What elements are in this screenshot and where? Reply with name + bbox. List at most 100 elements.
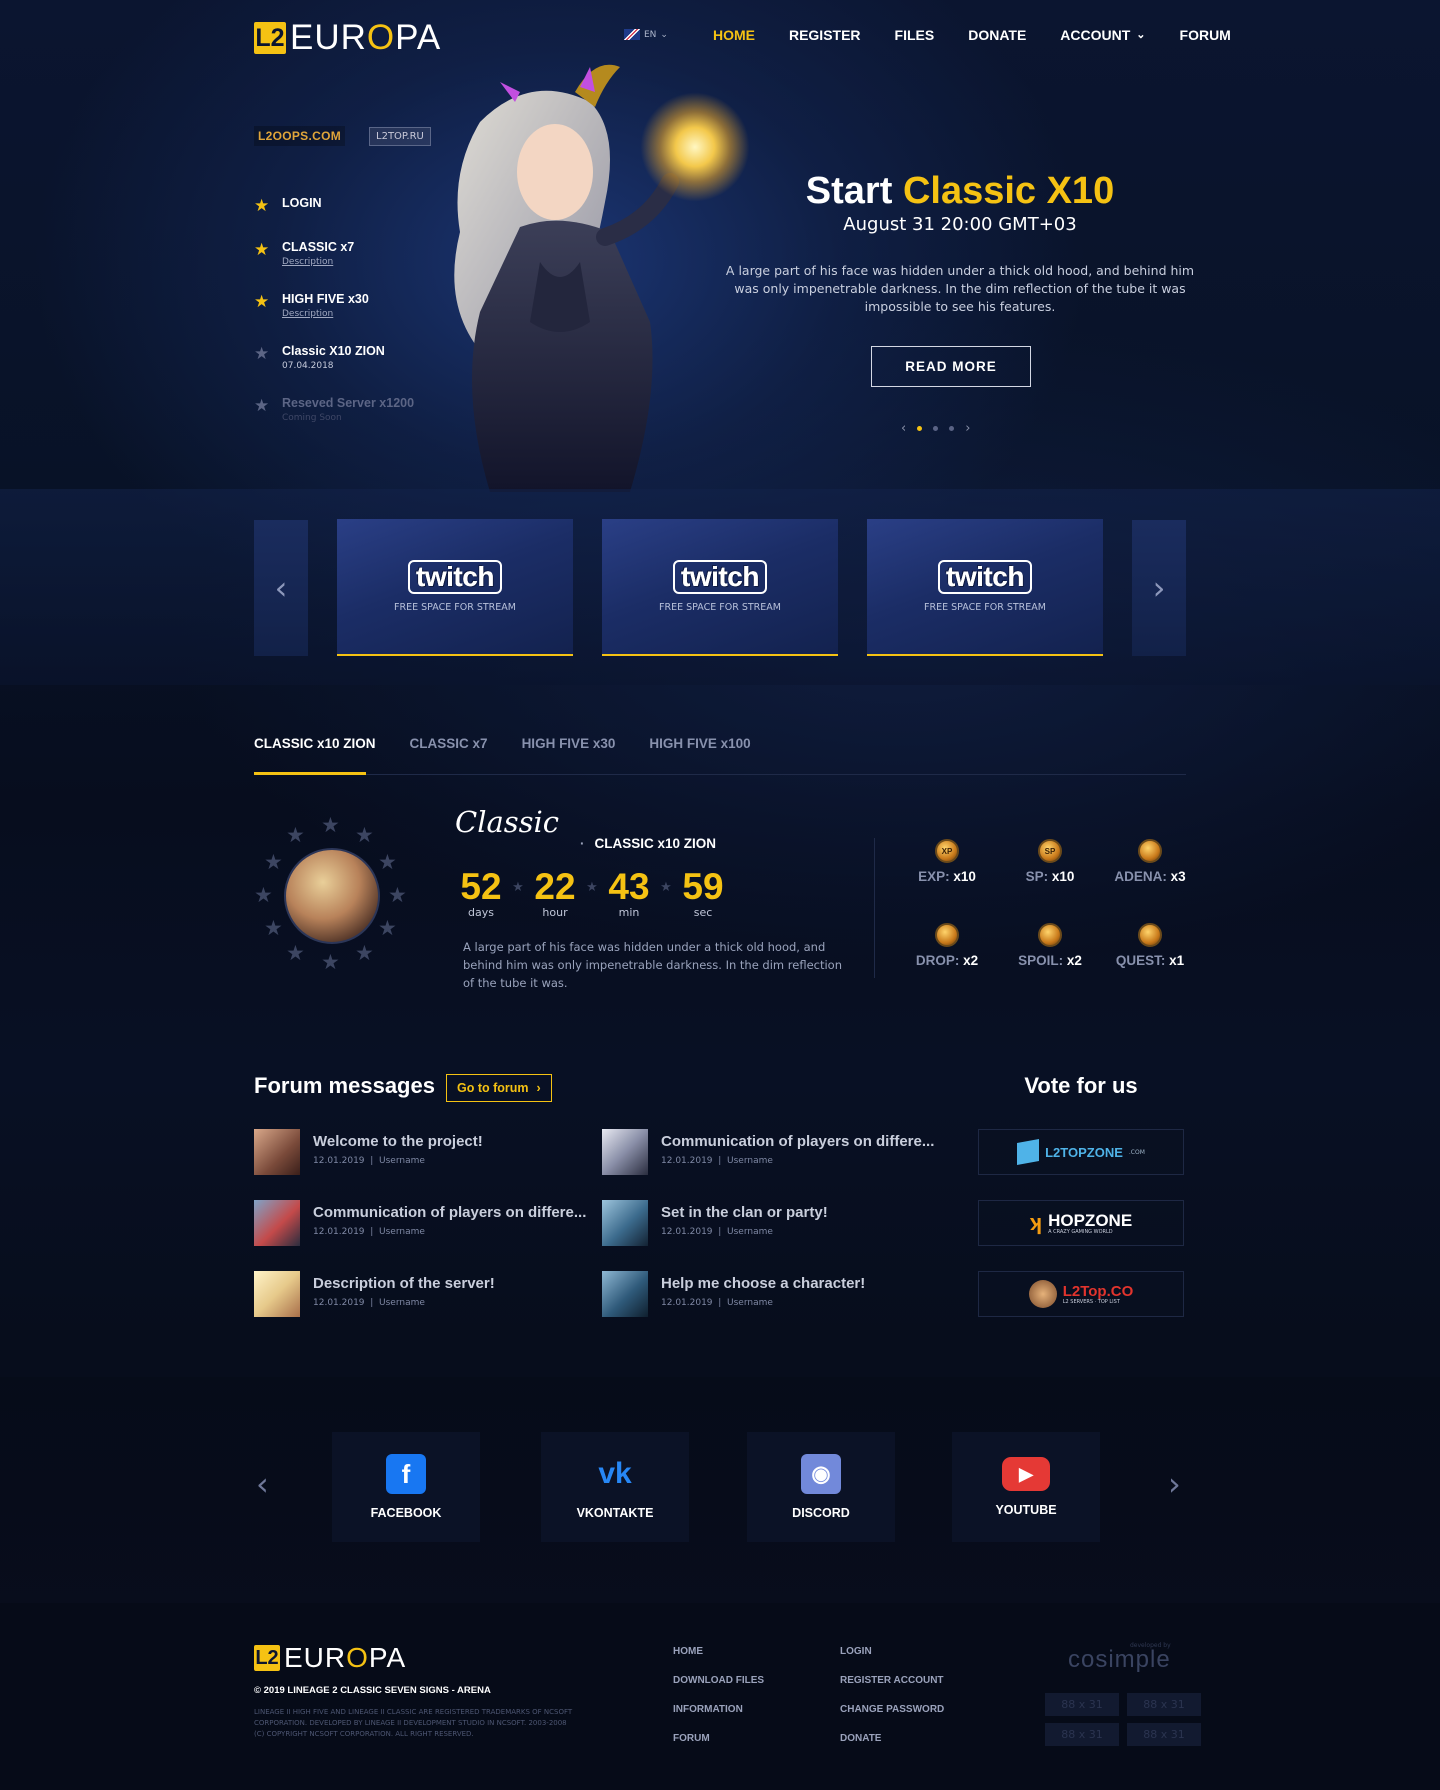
- server-description-link[interactable]: Description: [282, 257, 354, 267]
- stream-prev-button[interactable]: ‹: [254, 520, 308, 656]
- footer-link-information[interactable]: INFORMATION: [673, 1704, 764, 1715]
- star-icon: ★: [254, 883, 273, 907]
- forum-post[interactable]: Welcome to the project! 12.01.2019 | User…: [254, 1129, 594, 1175]
- post-title[interactable]: Communication of players on differe...: [661, 1133, 934, 1150]
- main-nav: EN ⌄ HOME REGISTER FILES DONATE ACCOUNT ⌄…: [618, 25, 1248, 44]
- footer-link-register[interactable]: REGISTER ACCOUNT: [840, 1675, 944, 1686]
- read-more-button[interactable]: READ MORE: [871, 346, 1031, 387]
- post-title[interactable]: Description of the server!: [313, 1275, 495, 1292]
- star-icon: ★: [254, 396, 270, 416]
- server-name: CLASSIC x10 ZION: [580, 836, 717, 851]
- tab-high-five-x100[interactable]: HIGH FIVE x100: [649, 736, 750, 751]
- footer-links-col2: LOGIN REGISTER ACCOUNT CHANGE PASSWORD D…: [840, 1646, 944, 1762]
- tab-classic-x10-zion[interactable]: CLASSIC x10 ZION: [254, 736, 376, 751]
- nav-account[interactable]: ACCOUNT ⌄: [1060, 27, 1145, 43]
- discord-icon: ◉: [801, 1454, 841, 1494]
- logo-text: EUROPA: [290, 18, 442, 57]
- post-meta: 12.01.2019 | Username: [661, 1156, 773, 1166]
- social-next-button[interactable]: ›: [1168, 1465, 1181, 1503]
- social-label: VKONTAKTE: [576, 1506, 654, 1520]
- footer-legal: LINEAGE II HIGH FIVE AND LINEAGE II CLAS…: [254, 1708, 573, 1738]
- footer-logo[interactable]: L2 EUROPA: [254, 1642, 406, 1674]
- hero-title: Start Classic X10: [805, 170, 1115, 212]
- site-logo[interactable]: L2 EUROPA: [254, 18, 442, 57]
- forum-post[interactable]: Communication of players on differe... 12…: [254, 1200, 594, 1246]
- hero-date: August 31 20:00 GMT+03: [843, 214, 1077, 235]
- footer-link-home[interactable]: HOME: [673, 1646, 764, 1657]
- social-prev-button[interactable]: ‹: [256, 1465, 269, 1503]
- hero-description: A large part of his face was hidden unde…: [725, 263, 1195, 314]
- post-meta: 12.01.2019 | Username: [313, 1298, 425, 1308]
- slider-dot[interactable]: [917, 426, 923, 431]
- social-vkontakte[interactable]: vk VKONTAKTE: [541, 1432, 689, 1542]
- stream-card[interactable]: twitch FREE SPACE FOR STREAM: [867, 519, 1103, 656]
- go-to-forum-button[interactable]: Go to forum ›: [446, 1074, 552, 1102]
- chevron-right-icon[interactable]: ›: [965, 421, 970, 436]
- slider-dot[interactable]: [949, 426, 955, 431]
- vote-site-sub: A CRAZY GAMING WORLD: [1048, 1228, 1113, 1235]
- post-title[interactable]: Welcome to the project!: [313, 1133, 483, 1150]
- social-youtube[interactable]: ▶ YOUTUBE: [952, 1432, 1100, 1542]
- stream-label: FREE SPACE FOR STREAM: [659, 602, 781, 613]
- star-icon: ★: [355, 941, 374, 965]
- language-selector[interactable]: EN ⌄: [618, 25, 674, 44]
- chevron-down-icon: ⌄: [1136, 29, 1146, 41]
- forum-post[interactable]: Help me choose a character! 12.01.2019 | …: [602, 1271, 942, 1317]
- server-avatar: ★ ★ ★ ★ ★ ★ ★ ★ ★ ★ ★ ★: [254, 815, 410, 973]
- chevron-down-icon: ⌄: [660, 29, 668, 40]
- star-icon: ★: [254, 240, 270, 260]
- nav-home[interactable]: HOME: [713, 27, 755, 43]
- vote-l2topzone[interactable]: L2TOPZONE .COM: [978, 1129, 1184, 1175]
- developer-logo[interactable]: cosimple: [1068, 1646, 1171, 1674]
- post-thumbnail: [602, 1129, 648, 1175]
- nav-files[interactable]: FILES: [895, 27, 935, 43]
- vote-site-sub: .COM: [1128, 1148, 1145, 1156]
- footer-link-login[interactable]: LOGIN: [840, 1646, 944, 1657]
- nav-donate[interactable]: DONATE: [968, 27, 1026, 43]
- post-meta: 12.01.2019 | Username: [313, 1227, 425, 1237]
- footer-link-forum[interactable]: FORUM: [673, 1733, 764, 1744]
- partner-l2oops[interactable]: L2OOPS.COM: [254, 126, 346, 146]
- partner-banners: L2OOPS.COM L2TOP.RU: [254, 126, 431, 146]
- footer-link-change-password[interactable]: CHANGE PASSWORD: [840, 1704, 944, 1715]
- server-description-link[interactable]: Description: [282, 309, 369, 319]
- social-discord[interactable]: ◉ DISCORD: [747, 1432, 895, 1542]
- rate-quest: QUEST: x1: [1105, 923, 1195, 968]
- logo-mark: L2: [254, 1645, 280, 1671]
- counter-banner[interactable]: 88 x 31: [1127, 1723, 1201, 1746]
- chevron-right-icon: ›: [536, 1081, 541, 1095]
- footer-link-donate[interactable]: DONATE: [840, 1733, 944, 1744]
- tab-high-five-x30[interactable]: HIGH FIVE x30: [522, 736, 616, 751]
- tab-classic-x7[interactable]: CLASSIC x7: [410, 736, 488, 751]
- social-facebook[interactable]: f FACEBOOK: [332, 1432, 480, 1542]
- post-thumbnail: [254, 1200, 300, 1246]
- rate-exp: XP EXP: x10: [902, 839, 992, 884]
- forum-post[interactable]: Description of the server! 12.01.2019 | U…: [254, 1271, 594, 1317]
- nav-register[interactable]: REGISTER: [789, 27, 861, 43]
- vote-hopzone[interactable]: ʞ HOPZONE A CRAZY GAMING WORLD: [978, 1200, 1184, 1246]
- post-meta: 12.01.2019 | Username: [313, 1156, 425, 1166]
- chevron-left-icon: ‹: [274, 569, 288, 607]
- forum-post[interactable]: Set in the clan or party! 12.01.2019 | Us…: [602, 1200, 942, 1246]
- star-icon: ★: [264, 916, 283, 940]
- post-title[interactable]: Help me choose a character!: [661, 1275, 865, 1292]
- slider-dot[interactable]: [933, 426, 939, 431]
- star-icon: ★: [254, 344, 270, 364]
- tabs-divider: [254, 774, 1186, 775]
- post-title[interactable]: Communication of players on differe...: [313, 1204, 586, 1221]
- counter-banner[interactable]: 88 x 31: [1045, 1693, 1119, 1716]
- rate-sp: SP SP: x10: [1005, 839, 1095, 884]
- stream-next-button[interactable]: ›: [1132, 520, 1186, 656]
- stream-card[interactable]: twitch FREE SPACE FOR STREAM: [602, 519, 838, 656]
- forum-post[interactable]: Communication of players on differe... 12…: [602, 1129, 942, 1175]
- counter-banner[interactable]: 88 x 31: [1045, 1723, 1119, 1746]
- star-icon: ★: [512, 880, 524, 895]
- stream-card[interactable]: twitch FREE SPACE FOR STREAM: [337, 519, 573, 656]
- vote-l2topco[interactable]: L2Top.CO L2 SERVERS · TOP LIST: [978, 1271, 1184, 1317]
- counter-banner[interactable]: 88 x 31: [1127, 1693, 1201, 1716]
- chevron-left-icon[interactable]: ‹: [901, 421, 906, 436]
- nav-forum[interactable]: FORUM: [1180, 27, 1231, 43]
- footer-link-download[interactable]: DOWNLOAD FILES: [673, 1675, 764, 1686]
- post-title[interactable]: Set in the clan or party!: [661, 1204, 828, 1221]
- vote-site-name: HOPZONE: [1048, 1210, 1133, 1230]
